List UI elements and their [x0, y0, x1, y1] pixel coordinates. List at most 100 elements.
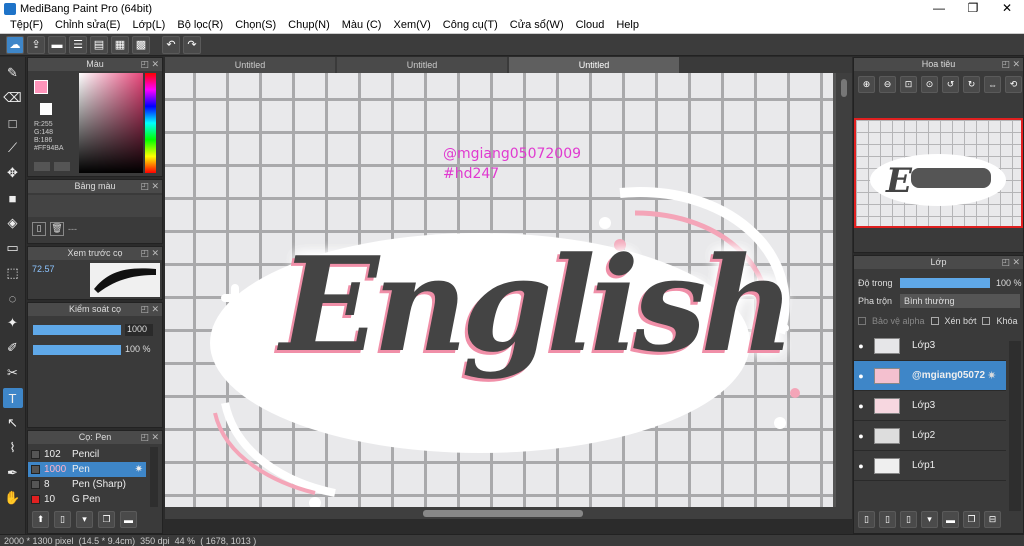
menu-window[interactable]: Cửa sổ(W) [504, 17, 570, 34]
drawing-canvas[interactable]: @mgiang05072009 #hd247 English [165, 73, 833, 510]
brush-item[interactable]: 102 Pencil [28, 447, 146, 462]
zoom-in-icon[interactable]: ⊕ [858, 76, 875, 93]
layer-row[interactable]: ● @mgiang05072 ✷ [854, 361, 1006, 391]
panel-popout-icon[interactable]: ◰ ✕ [1001, 58, 1020, 71]
eraser-tool-icon[interactable]: ⌫ [3, 88, 23, 108]
layer-opacity-slider[interactable] [900, 278, 990, 288]
select-tool-icon[interactable]: ⬚ [3, 263, 23, 283]
lasso-tool-icon[interactable]: ◌ [3, 288, 23, 308]
hue-slider[interactable] [145, 73, 156, 173]
grid-icon[interactable]: ▩ [132, 35, 150, 54]
menu-color[interactable]: Màu (C) [336, 17, 388, 34]
visibility-icon[interactable]: ● [854, 341, 868, 351]
visibility-icon[interactable]: ● [854, 401, 868, 411]
protect-alpha-checkbox[interactable] [858, 317, 866, 325]
panel-popout-icon[interactable]: ◰ ✕ [140, 247, 159, 260]
reset-view-icon[interactable]: ⟲ [1005, 76, 1022, 93]
vertical-scroll-thumb[interactable] [841, 79, 847, 97]
layer-row[interactable]: ● Lớp1 [854, 451, 1006, 481]
layer-menu-icon[interactable]: ▾ [921, 511, 938, 528]
vertical-scrollbar[interactable] [836, 73, 852, 510]
line-tool-icon[interactable]: ⟋ [3, 138, 23, 158]
brush-item[interactable]: 8 Pen (Sharp) [28, 477, 146, 492]
hand-tool-icon[interactable]: ✋ [3, 488, 23, 508]
color-mode-button[interactable] [34, 162, 50, 171]
brush-item[interactable]: 10 G Pen [28, 492, 146, 507]
dot-tool-icon[interactable]: □ [3, 113, 23, 133]
minimize-button[interactable]: — [922, 0, 956, 17]
magic-wand-tool-icon[interactable]: ✦ [3, 313, 23, 333]
brush-menu-icon[interactable]: ▾ [76, 511, 93, 528]
gear-icon[interactable]: ✷ [135, 464, 143, 475]
redo-icon[interactable]: ↷ [183, 35, 201, 54]
gradient-tool-icon[interactable]: ▭ [3, 238, 23, 258]
menu-tools[interactable]: Công cụ(T) [437, 17, 504, 34]
maximize-button[interactable]: ❐ [956, 0, 990, 17]
merge-layer-icon[interactable]: ⊟ [984, 511, 1001, 528]
menu-file[interactable]: Tệp(F) [4, 17, 49, 34]
flip-icon[interactable]: ⇔ [984, 76, 1001, 93]
move-tool-icon[interactable]: ✥ [3, 163, 23, 183]
new-brush-icon[interactable]: ▯ [54, 511, 71, 528]
tab-untitled-1[interactable]: Untitled [165, 57, 335, 73]
operation-tool-icon[interactable]: ↖ [3, 413, 23, 433]
clip-checkbox[interactable] [930, 317, 939, 325]
panel-popout-icon[interactable]: ◰ ✕ [140, 431, 159, 444]
layout-icon[interactable]: ▦ [111, 35, 129, 54]
rotate-left-icon[interactable]: ↺ [942, 76, 959, 93]
tab-untitled-2[interactable]: Untitled [337, 57, 507, 73]
brush-tool-icon[interactable]: ✎ [3, 63, 23, 83]
layer-row[interactable]: ● Lớp3 [854, 331, 1006, 361]
new-layer-icon[interactable]: ▯ [858, 511, 875, 528]
comment-icon[interactable]: ▬ [48, 35, 66, 54]
doc-icon[interactable]: ▤ [90, 35, 108, 54]
text-tool-icon[interactable]: T [2, 388, 23, 408]
fill-tool-icon[interactable]: ◈ [3, 213, 23, 233]
horizontal-scrollbar[interactable] [165, 507, 852, 519]
lock-checkbox[interactable] [982, 317, 991, 325]
menu-snap[interactable]: Chụp(N) [282, 17, 336, 34]
select-eraser-tool-icon[interactable]: ✂ [3, 363, 23, 383]
brush-size-slider[interactable] [33, 325, 121, 335]
zoom-out-icon[interactable]: ⊖ [879, 76, 896, 93]
visibility-icon[interactable]: ● [854, 371, 868, 381]
background-color-swatch[interactable] [40, 103, 52, 115]
eyedropper-tool-icon[interactable]: ⌇ [3, 438, 23, 458]
menu-filter[interactable]: Bộ lọc(R) [171, 17, 229, 34]
tab-untitled-3[interactable]: Untitled [509, 57, 679, 73]
menu-cloud[interactable]: Cloud [570, 17, 611, 34]
saturation-value-picker[interactable] [79, 73, 143, 173]
close-button[interactable]: ✕ [990, 0, 1024, 17]
duplicate-layer-icon[interactable]: ❐ [963, 511, 980, 528]
layer-row[interactable]: ● Lớp2 [854, 421, 1006, 451]
menu-view[interactable]: Xem(V) [387, 17, 436, 34]
navigator-thumbnail[interactable]: E [854, 118, 1023, 228]
zoom-reset-icon[interactable]: ⊙ [921, 76, 938, 93]
menu-select[interactable]: Chọn(S) [229, 17, 282, 34]
layer-row[interactable]: ● Lớp3 [854, 391, 1006, 421]
folder-icon[interactable]: ▬ [120, 511, 137, 528]
rotate-right-icon[interactable]: ↻ [963, 76, 980, 93]
visibility-icon[interactable]: ● [854, 461, 868, 471]
panel-popout-icon[interactable]: ◰ ✕ [140, 58, 159, 71]
visibility-icon[interactable]: ● [854, 431, 868, 441]
panel-popout-icon[interactable]: ◰ ✕ [140, 303, 159, 316]
panel-popout-icon[interactable]: ◰ ✕ [140, 180, 159, 193]
brush-size-value[interactable]: 1000 [125, 324, 153, 336]
share-icon[interactable]: ⇪ [27, 35, 45, 54]
horizontal-scroll-thumb[interactable] [423, 510, 583, 517]
new-palette-icon[interactable]: ▯ [32, 222, 46, 236]
list-icon[interactable]: ☰ [69, 35, 87, 54]
new-layer-3-icon[interactable]: ▯ [900, 511, 917, 528]
panel-popout-icon[interactable]: ◰ ✕ [1001, 256, 1020, 269]
menu-help[interactable]: Help [610, 17, 645, 34]
fit-icon[interactable]: ⊡ [900, 76, 917, 93]
brush-opacity-slider[interactable] [33, 345, 121, 355]
brush-item[interactable]: 1000 Pen ✷ [28, 462, 146, 477]
menu-layer[interactable]: Lớp(L) [126, 17, 171, 34]
palette-area[interactable] [28, 195, 162, 217]
foreground-color-swatch[interactable] [34, 80, 48, 94]
delete-palette-icon[interactable]: 🗑 [50, 222, 64, 236]
brush-list-scrollbar[interactable] [150, 447, 158, 507]
add-brush-icon[interactable]: ⬆ [32, 511, 49, 528]
